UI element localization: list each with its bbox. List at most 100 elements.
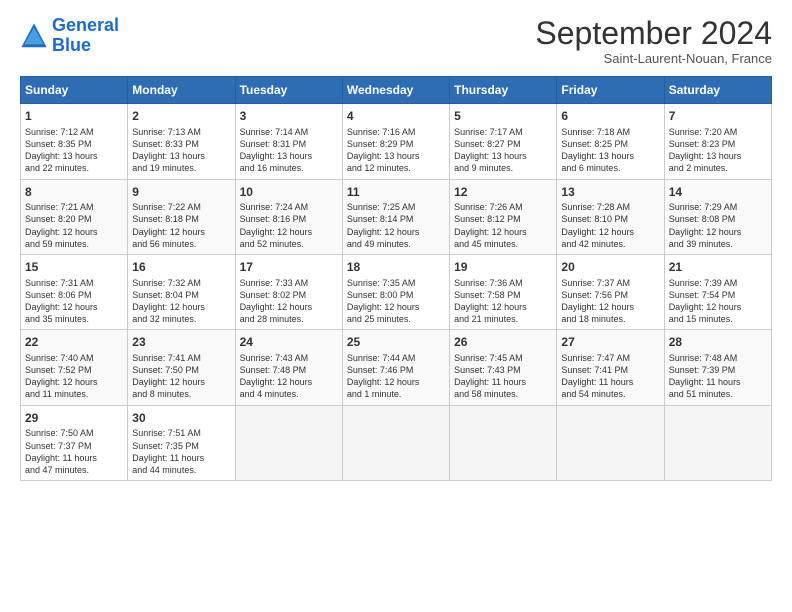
cell-content: Sunrise: 7:24 AMSunset: 8:16 PMDaylight:… [240, 201, 338, 250]
logo-text: General Blue [52, 16, 119, 56]
weekday-header: Tuesday [235, 77, 342, 104]
calendar-week-row: 8Sunrise: 7:21 AMSunset: 8:20 PMDaylight… [21, 179, 772, 254]
logo: General Blue [20, 16, 119, 56]
calendar-cell: 14Sunrise: 7:29 AMSunset: 8:08 PMDayligh… [664, 179, 771, 254]
calendar-cell: 15Sunrise: 7:31 AMSunset: 8:06 PMDayligh… [21, 254, 128, 329]
cell-content: Sunrise: 7:39 AMSunset: 7:54 PMDaylight:… [669, 277, 767, 326]
day-number: 30 [132, 410, 230, 427]
day-number: 17 [240, 259, 338, 276]
calendar-cell [664, 405, 771, 480]
day-number: 18 [347, 259, 445, 276]
calendar-cell: 28Sunrise: 7:48 AMSunset: 7:39 PMDayligh… [664, 330, 771, 405]
page: General Blue September 2024 Saint-Lauren… [0, 0, 792, 612]
day-number: 21 [669, 259, 767, 276]
cell-content: Sunrise: 7:17 AMSunset: 8:27 PMDaylight:… [454, 126, 552, 175]
calendar-cell: 3Sunrise: 7:14 AMSunset: 8:31 PMDaylight… [235, 104, 342, 179]
calendar-cell: 23Sunrise: 7:41 AMSunset: 7:50 PMDayligh… [128, 330, 235, 405]
day-number: 10 [240, 184, 338, 201]
calendar-cell: 26Sunrise: 7:45 AMSunset: 7:43 PMDayligh… [450, 330, 557, 405]
cell-content: Sunrise: 7:14 AMSunset: 8:31 PMDaylight:… [240, 126, 338, 175]
cell-content: Sunrise: 7:36 AMSunset: 7:58 PMDaylight:… [454, 277, 552, 326]
day-number: 15 [25, 259, 123, 276]
cell-content: Sunrise: 7:40 AMSunset: 7:52 PMDaylight:… [25, 352, 123, 401]
location-subtitle: Saint-Laurent-Nouan, France [535, 51, 772, 66]
cell-content: Sunrise: 7:44 AMSunset: 7:46 PMDaylight:… [347, 352, 445, 401]
calendar-cell: 4Sunrise: 7:16 AMSunset: 8:29 PMDaylight… [342, 104, 449, 179]
calendar-cell: 30Sunrise: 7:51 AMSunset: 7:35 PMDayligh… [128, 405, 235, 480]
day-number: 25 [347, 334, 445, 351]
calendar-cell: 12Sunrise: 7:26 AMSunset: 8:12 PMDayligh… [450, 179, 557, 254]
cell-content: Sunrise: 7:16 AMSunset: 8:29 PMDaylight:… [347, 126, 445, 175]
cell-content: Sunrise: 7:43 AMSunset: 7:48 PMDaylight:… [240, 352, 338, 401]
calendar-cell [235, 405, 342, 480]
cell-content: Sunrise: 7:33 AMSunset: 8:02 PMDaylight:… [240, 277, 338, 326]
day-number: 16 [132, 259, 230, 276]
cell-content: Sunrise: 7:41 AMSunset: 7:50 PMDaylight:… [132, 352, 230, 401]
day-number: 13 [561, 184, 659, 201]
day-number: 26 [454, 334, 552, 351]
title-block: September 2024 Saint-Laurent-Nouan, Fran… [535, 16, 772, 66]
day-number: 6 [561, 108, 659, 125]
calendar-cell: 16Sunrise: 7:32 AMSunset: 8:04 PMDayligh… [128, 254, 235, 329]
day-number: 28 [669, 334, 767, 351]
day-number: 1 [25, 108, 123, 125]
weekday-header: Monday [128, 77, 235, 104]
calendar-cell: 11Sunrise: 7:25 AMSunset: 8:14 PMDayligh… [342, 179, 449, 254]
calendar-cell: 7Sunrise: 7:20 AMSunset: 8:23 PMDaylight… [664, 104, 771, 179]
day-number: 5 [454, 108, 552, 125]
calendar-cell: 19Sunrise: 7:36 AMSunset: 7:58 PMDayligh… [450, 254, 557, 329]
cell-content: Sunrise: 7:18 AMSunset: 8:25 PMDaylight:… [561, 126, 659, 175]
logo-line1: General [52, 15, 119, 35]
calendar-table: SundayMondayTuesdayWednesdayThursdayFrid… [20, 76, 772, 481]
day-number: 12 [454, 184, 552, 201]
calendar-cell [450, 405, 557, 480]
cell-content: Sunrise: 7:22 AMSunset: 8:18 PMDaylight:… [132, 201, 230, 250]
cell-content: Sunrise: 7:12 AMSunset: 8:35 PMDaylight:… [25, 126, 123, 175]
cell-content: Sunrise: 7:32 AMSunset: 8:04 PMDaylight:… [132, 277, 230, 326]
calendar-cell: 25Sunrise: 7:44 AMSunset: 7:46 PMDayligh… [342, 330, 449, 405]
day-number: 7 [669, 108, 767, 125]
header: General Blue September 2024 Saint-Lauren… [20, 16, 772, 66]
day-number: 20 [561, 259, 659, 276]
cell-content: Sunrise: 7:50 AMSunset: 7:37 PMDaylight:… [25, 427, 123, 476]
cell-content: Sunrise: 7:26 AMSunset: 8:12 PMDaylight:… [454, 201, 552, 250]
cell-content: Sunrise: 7:45 AMSunset: 7:43 PMDaylight:… [454, 352, 552, 401]
cell-content: Sunrise: 7:28 AMSunset: 8:10 PMDaylight:… [561, 201, 659, 250]
weekday-header: Wednesday [342, 77, 449, 104]
day-number: 8 [25, 184, 123, 201]
calendar-week-row: 1Sunrise: 7:12 AMSunset: 8:35 PMDaylight… [21, 104, 772, 179]
weekday-header: Sunday [21, 77, 128, 104]
cell-content: Sunrise: 7:47 AMSunset: 7:41 PMDaylight:… [561, 352, 659, 401]
calendar-cell: 6Sunrise: 7:18 AMSunset: 8:25 PMDaylight… [557, 104, 664, 179]
weekday-header: Saturday [664, 77, 771, 104]
cell-content: Sunrise: 7:35 AMSunset: 8:00 PMDaylight:… [347, 277, 445, 326]
logo-line2: Blue [52, 35, 91, 55]
day-number: 3 [240, 108, 338, 125]
calendar-week-row: 29Sunrise: 7:50 AMSunset: 7:37 PMDayligh… [21, 405, 772, 480]
cell-content: Sunrise: 7:51 AMSunset: 7:35 PMDaylight:… [132, 427, 230, 476]
day-number: 2 [132, 108, 230, 125]
calendar-cell: 13Sunrise: 7:28 AMSunset: 8:10 PMDayligh… [557, 179, 664, 254]
day-number: 4 [347, 108, 445, 125]
day-number: 27 [561, 334, 659, 351]
logo-icon [20, 22, 48, 50]
calendar-cell: 21Sunrise: 7:39 AMSunset: 7:54 PMDayligh… [664, 254, 771, 329]
day-number: 9 [132, 184, 230, 201]
cell-content: Sunrise: 7:48 AMSunset: 7:39 PMDaylight:… [669, 352, 767, 401]
header-row: SundayMondayTuesdayWednesdayThursdayFrid… [21, 77, 772, 104]
cell-content: Sunrise: 7:29 AMSunset: 8:08 PMDaylight:… [669, 201, 767, 250]
cell-content: Sunrise: 7:37 AMSunset: 7:56 PMDaylight:… [561, 277, 659, 326]
calendar-cell [342, 405, 449, 480]
cell-content: Sunrise: 7:21 AMSunset: 8:20 PMDaylight:… [25, 201, 123, 250]
month-title: September 2024 [535, 16, 772, 51]
calendar-cell: 22Sunrise: 7:40 AMSunset: 7:52 PMDayligh… [21, 330, 128, 405]
cell-content: Sunrise: 7:25 AMSunset: 8:14 PMDaylight:… [347, 201, 445, 250]
cell-content: Sunrise: 7:31 AMSunset: 8:06 PMDaylight:… [25, 277, 123, 326]
weekday-header: Thursday [450, 77, 557, 104]
calendar-cell: 2Sunrise: 7:13 AMSunset: 8:33 PMDaylight… [128, 104, 235, 179]
day-number: 23 [132, 334, 230, 351]
calendar-cell: 20Sunrise: 7:37 AMSunset: 7:56 PMDayligh… [557, 254, 664, 329]
day-number: 19 [454, 259, 552, 276]
calendar-cell [557, 405, 664, 480]
calendar-cell: 29Sunrise: 7:50 AMSunset: 7:37 PMDayligh… [21, 405, 128, 480]
